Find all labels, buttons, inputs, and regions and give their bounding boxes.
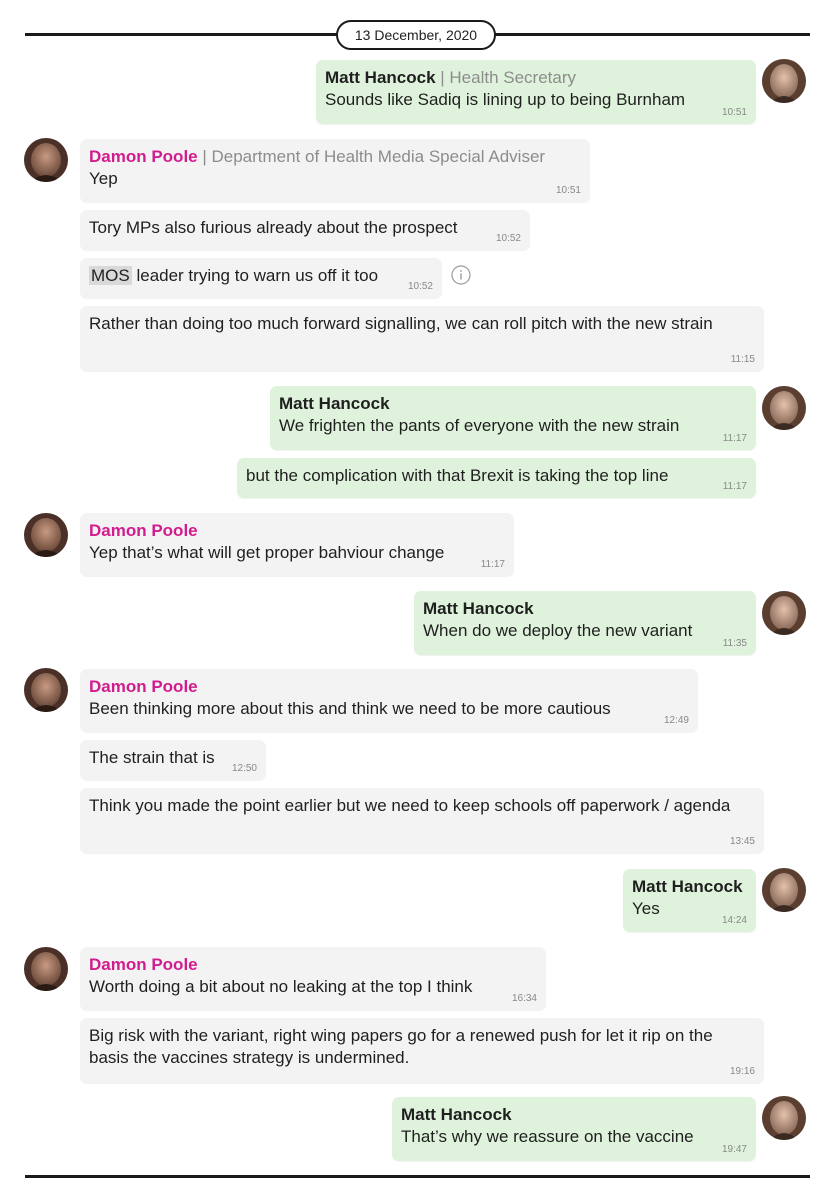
- message-bubble[interactable]: MOS leader trying to warn us off it too …: [80, 258, 442, 298]
- message-text: Tory MPs also furious already about the …: [89, 218, 458, 237]
- message-text: Yep that’s what will get proper bahviour…: [89, 543, 445, 562]
- message-time: 11:17: [722, 433, 747, 444]
- message-bubble[interactable]: The strain that is 12:50: [80, 740, 266, 780]
- message-time: 11:15: [730, 354, 755, 365]
- message-text: That’s why we reassure on the vaccine: [401, 1127, 694, 1146]
- sender-name: Matt Hancock: [632, 877, 743, 896]
- message-bubble[interactable]: Think you made the point earlier but we …: [80, 788, 764, 853]
- message-bubble[interactable]: but the complication with that Brexit is…: [237, 458, 756, 498]
- message-bubble[interactable]: Matt Hancock That’s why we reassure on t…: [392, 1097, 756, 1161]
- damon-avatar[interactable]: [24, 138, 68, 182]
- message-bubble[interactable]: Rather than doing too much forward signa…: [80, 306, 764, 371]
- matt-avatar[interactable]: [762, 1096, 806, 1140]
- message-bubble[interactable]: Tory MPs also furious already about the …: [80, 210, 530, 250]
- person-avatar-icon: [762, 1096, 806, 1140]
- highlighted-text: MOS: [89, 266, 132, 285]
- damon-avatar[interactable]: [24, 513, 68, 557]
- message-time: 11:17: [480, 559, 505, 570]
- person-avatar-icon: [762, 386, 806, 430]
- person-avatar-icon: [24, 947, 68, 991]
- message-time: 10:52: [407, 281, 433, 292]
- message-time: 12:49: [663, 715, 689, 726]
- person-avatar-icon: [24, 138, 68, 182]
- date-pill: 13 December, 2020: [336, 20, 496, 50]
- message-time: 11:17: [722, 481, 747, 492]
- message-time: 13:45: [729, 836, 755, 847]
- matt-avatar[interactable]: [762, 591, 806, 635]
- message-text: leader trying to warn us off it too: [131, 266, 379, 285]
- message-bubble[interactable]: Damon Poole | Department of Health Media…: [80, 139, 590, 202]
- message-text: Think you made the point earlier but we …: [89, 796, 731, 815]
- damon-avatar[interactable]: [24, 668, 68, 712]
- bottom-divider-line: [25, 1175, 810, 1178]
- message-bubble[interactable]: Damon Poole Worth doing a bit about no l…: [80, 947, 546, 1010]
- message-text: Yep: [89, 169, 118, 188]
- message-text: Been thinking more about this and think …: [89, 699, 611, 718]
- message-text: The strain that is: [89, 748, 215, 767]
- sender-name: Damon Poole: [89, 521, 198, 540]
- info-icon[interactable]: [451, 265, 471, 285]
- message-bubble[interactable]: Matt Hancock We frighten the pants of ev…: [270, 386, 756, 450]
- message-time: 12:50: [231, 763, 257, 774]
- message-text: We frighten the pants of everyone with t…: [279, 416, 680, 435]
- chat-screen: 13 December, 2020 Matt Hancock | Health …: [0, 0, 840, 1200]
- message-time: 11:35: [722, 638, 747, 649]
- message-text: Rather than doing too much forward signa…: [89, 314, 713, 333]
- person-avatar-icon: [762, 59, 806, 103]
- message-bubble[interactable]: Matt Hancock When do we deploy the new v…: [414, 591, 756, 655]
- sender-role: | Department of Health Media Special Adv…: [202, 147, 546, 166]
- sender-name: Damon Poole: [89, 147, 198, 166]
- person-avatar-icon: [762, 868, 806, 912]
- matt-avatar[interactable]: [762, 386, 806, 430]
- damon-avatar[interactable]: [24, 947, 68, 991]
- sender-role: | Health Secretary: [440, 68, 577, 87]
- sender-name: Damon Poole: [89, 955, 198, 974]
- message-text: but the complication with that Brexit is…: [246, 466, 669, 485]
- message-text: Sounds like Sadiq is lining up to being …: [325, 90, 686, 109]
- message-time: 14:24: [721, 915, 747, 926]
- sender-name: Damon Poole: [89, 677, 198, 696]
- message-bubble[interactable]: Big risk with the variant, right wing pa…: [80, 1018, 764, 1083]
- message-bubble[interactable]: Matt Hancock | Health Secretary Sounds l…: [316, 60, 756, 124]
- message-time: 16:34: [511, 993, 537, 1004]
- message-time: 19:16: [729, 1066, 755, 1077]
- message-time: 10:52: [495, 233, 521, 244]
- sender-name: Matt Hancock: [325, 68, 436, 87]
- message-bubble[interactable]: Damon Poole Yep that’s what will get pro…: [80, 513, 514, 576]
- message-text: Worth doing a bit about no leaking at th…: [89, 977, 473, 996]
- sender-name: Matt Hancock: [423, 599, 534, 618]
- matt-avatar[interactable]: [762, 868, 806, 912]
- person-avatar-icon: [762, 591, 806, 635]
- matt-avatar[interactable]: [762, 59, 806, 103]
- message-text: Big risk with the variant, right wing pa…: [89, 1026, 713, 1067]
- message-time: 10:51: [555, 185, 581, 196]
- message-time: 10:51: [721, 107, 747, 118]
- person-avatar-icon: [24, 513, 68, 557]
- message-bubble[interactable]: Matt Hancock Yes 14:24: [623, 869, 756, 932]
- message-bubble[interactable]: Damon Poole Been thinking more about thi…: [80, 669, 698, 732]
- message-text-row: MOS leader trying to warn us off it too: [89, 265, 432, 287]
- message-time: 19:47: [721, 1144, 747, 1155]
- sender-name: Matt Hancock: [279, 394, 390, 413]
- message-text: When do we deploy the new variant: [423, 621, 693, 640]
- person-avatar-icon: [24, 668, 68, 712]
- sender-name: Matt Hancock: [401, 1105, 512, 1124]
